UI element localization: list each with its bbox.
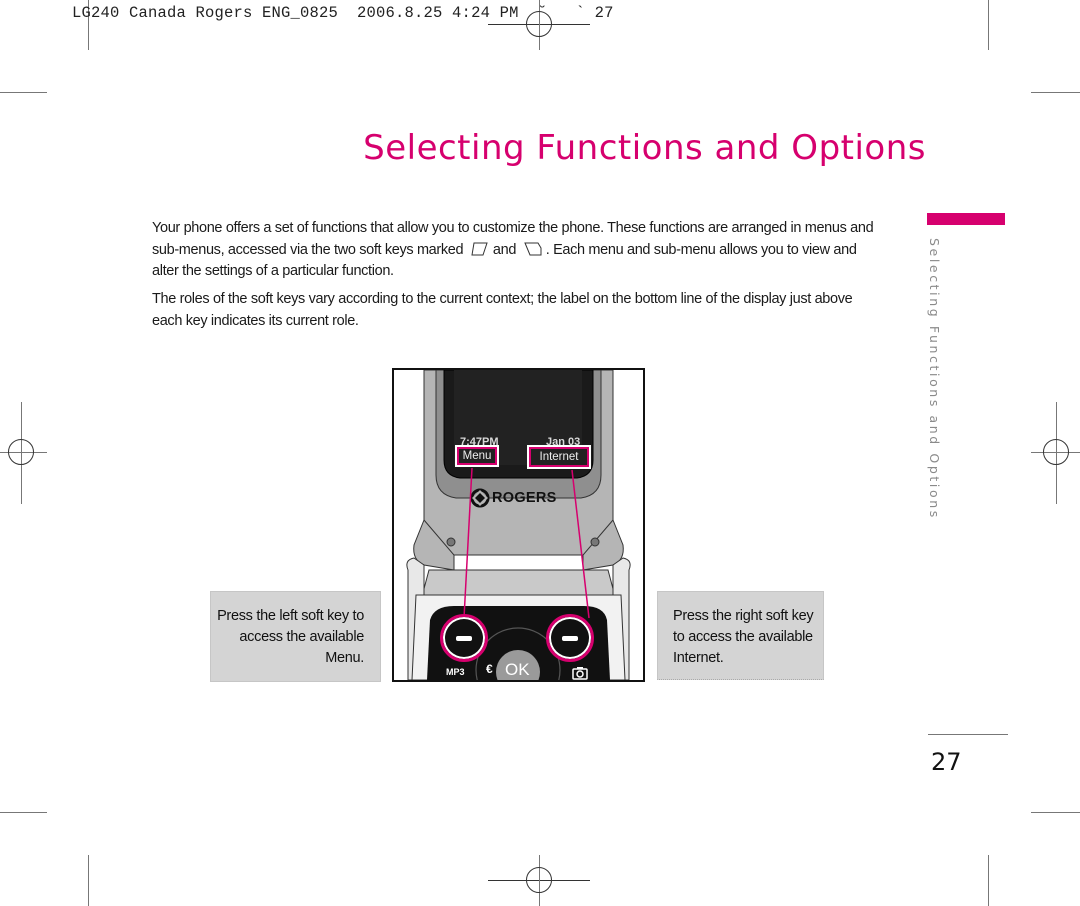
euro-key-label[interactable]: € [486,662,493,676]
left-soft-key[interactable] [440,614,488,662]
crop-mark [988,855,989,906]
intro-paragraph: Your phone offers a set of functions tha… [152,218,874,283]
print-slug: LG240 Canada Rogers ENG_0825 2006.8.25 4… [72,4,614,22]
callout-leader-lines [463,467,590,619]
callout-right-softkey: Press the right soft key to access the a… [657,591,824,680]
roles-paragraph: The roles of the soft keys vary accordin… [152,291,853,329]
crop-mark [1031,812,1080,813]
section-tab-marker [927,213,1005,225]
section-tab-label: Selecting Functions and Options [927,238,942,520]
intro-text-and: and [492,241,517,258]
left-softkey-icon [471,242,488,255]
camera-icon[interactable] [572,666,588,680]
phone-illustration: 7:47PM Jan 03 Menu Internet ROGERS MP3 €… [392,368,645,682]
crop-mark [988,0,989,50]
right-soft-key[interactable] [546,614,594,662]
crop-mark [1031,92,1080,93]
ok-button[interactable]: OK [505,660,530,680]
page-number-rule [928,734,1008,735]
crop-mark [88,855,89,906]
mp3-key-label[interactable]: MP3 [446,667,465,677]
crop-mark [0,92,47,93]
page-number: 27 [931,748,962,776]
page-title: Selecting Functions and Options [363,128,926,168]
crop-mark [0,812,47,813]
callout-left-softkey: Press the left soft key to access the av… [210,591,381,682]
right-softkey-icon [524,242,542,255]
